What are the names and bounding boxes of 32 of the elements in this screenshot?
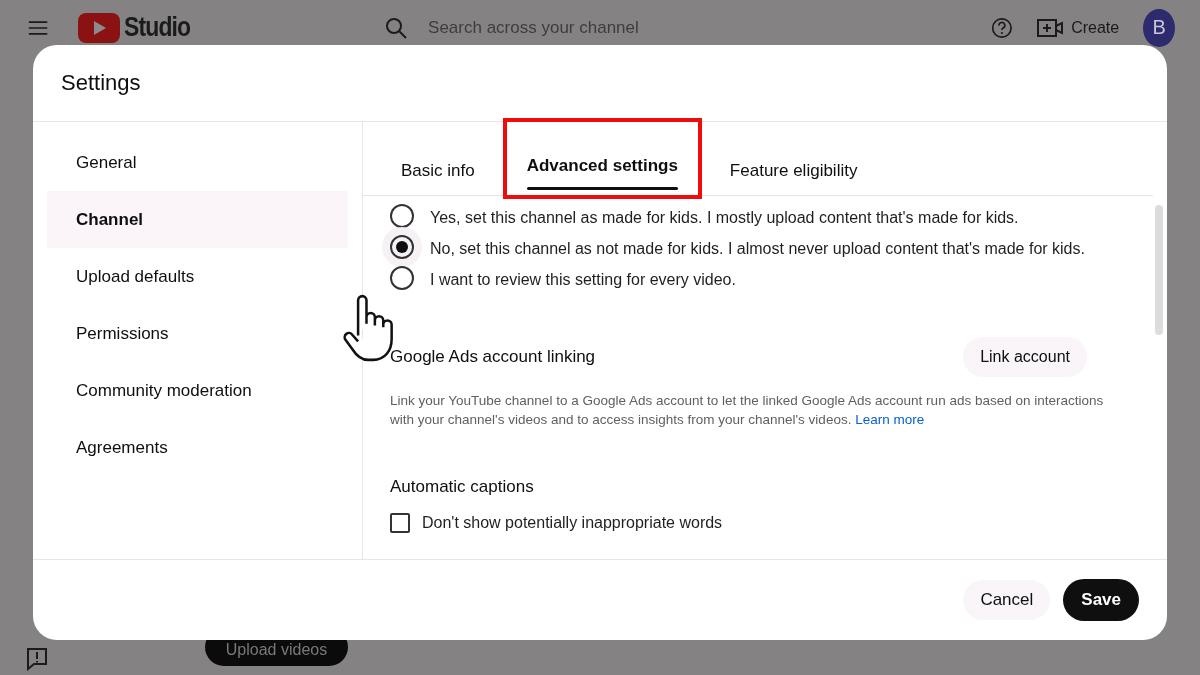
play-logo-icon [78, 12, 121, 43]
feedback-icon[interactable] [26, 647, 48, 671]
section-description: Link your YouTube channel to a Google Ads account to let the linked Google Ads account run ads based on interactions with your channel's videos and to access insights from your channel's videos. Learn more [390, 392, 1105, 429]
create-button[interactable]: Create [1027, 11, 1130, 44]
link-account-button[interactable]: Link account [963, 337, 1087, 377]
option-label: Yes, set this channel as made for kids. I mostly upload content that's made for kids. [430, 208, 1019, 228]
tab[interactable]: Advanced settings [502, 118, 702, 199]
option-label: I want to review this setting for every video. [430, 270, 736, 290]
learn-more-link[interactable]: Learn more [855, 412, 925, 427]
scrollbar-thumb[interactable] [1155, 205, 1163, 335]
nav-item[interactable]: Channel [47, 191, 348, 248]
nav-item[interactable]: General [47, 134, 348, 191]
search-icon [384, 15, 409, 40]
option-label: No, set this channel as not made for kids. I almost never upload content that's made for kids. [430, 239, 1085, 259]
avatar[interactable]: B [1143, 8, 1175, 47]
section-title: Google Ads account linking [390, 347, 596, 367]
dialog-title: Settings [33, 45, 1167, 122]
checkbox-label: Don't show potentially inappropriate words [422, 514, 723, 532]
radio-button[interactable] [382, 227, 422, 267]
tab[interactable]: Feature eligibility [709, 147, 878, 195]
save-button[interactable]: Save [1063, 579, 1139, 621]
nav-item[interactable]: Upload defaults [47, 248, 348, 305]
checkbox[interactable] [390, 513, 410, 533]
video-plus-icon [1037, 17, 1064, 38]
tab[interactable]: Basic info [381, 147, 495, 195]
search-field[interactable]: Search across your channel [426, 16, 964, 39]
nav-item[interactable]: Agreements [47, 419, 348, 476]
cancel-button[interactable]: Cancel [963, 580, 1051, 620]
section-title: Automatic captions [390, 477, 534, 496]
logo-text: Studio [124, 12, 191, 43]
menu-icon[interactable] [28, 18, 49, 37]
nav-item[interactable]: Community moderation [47, 362, 348, 419]
